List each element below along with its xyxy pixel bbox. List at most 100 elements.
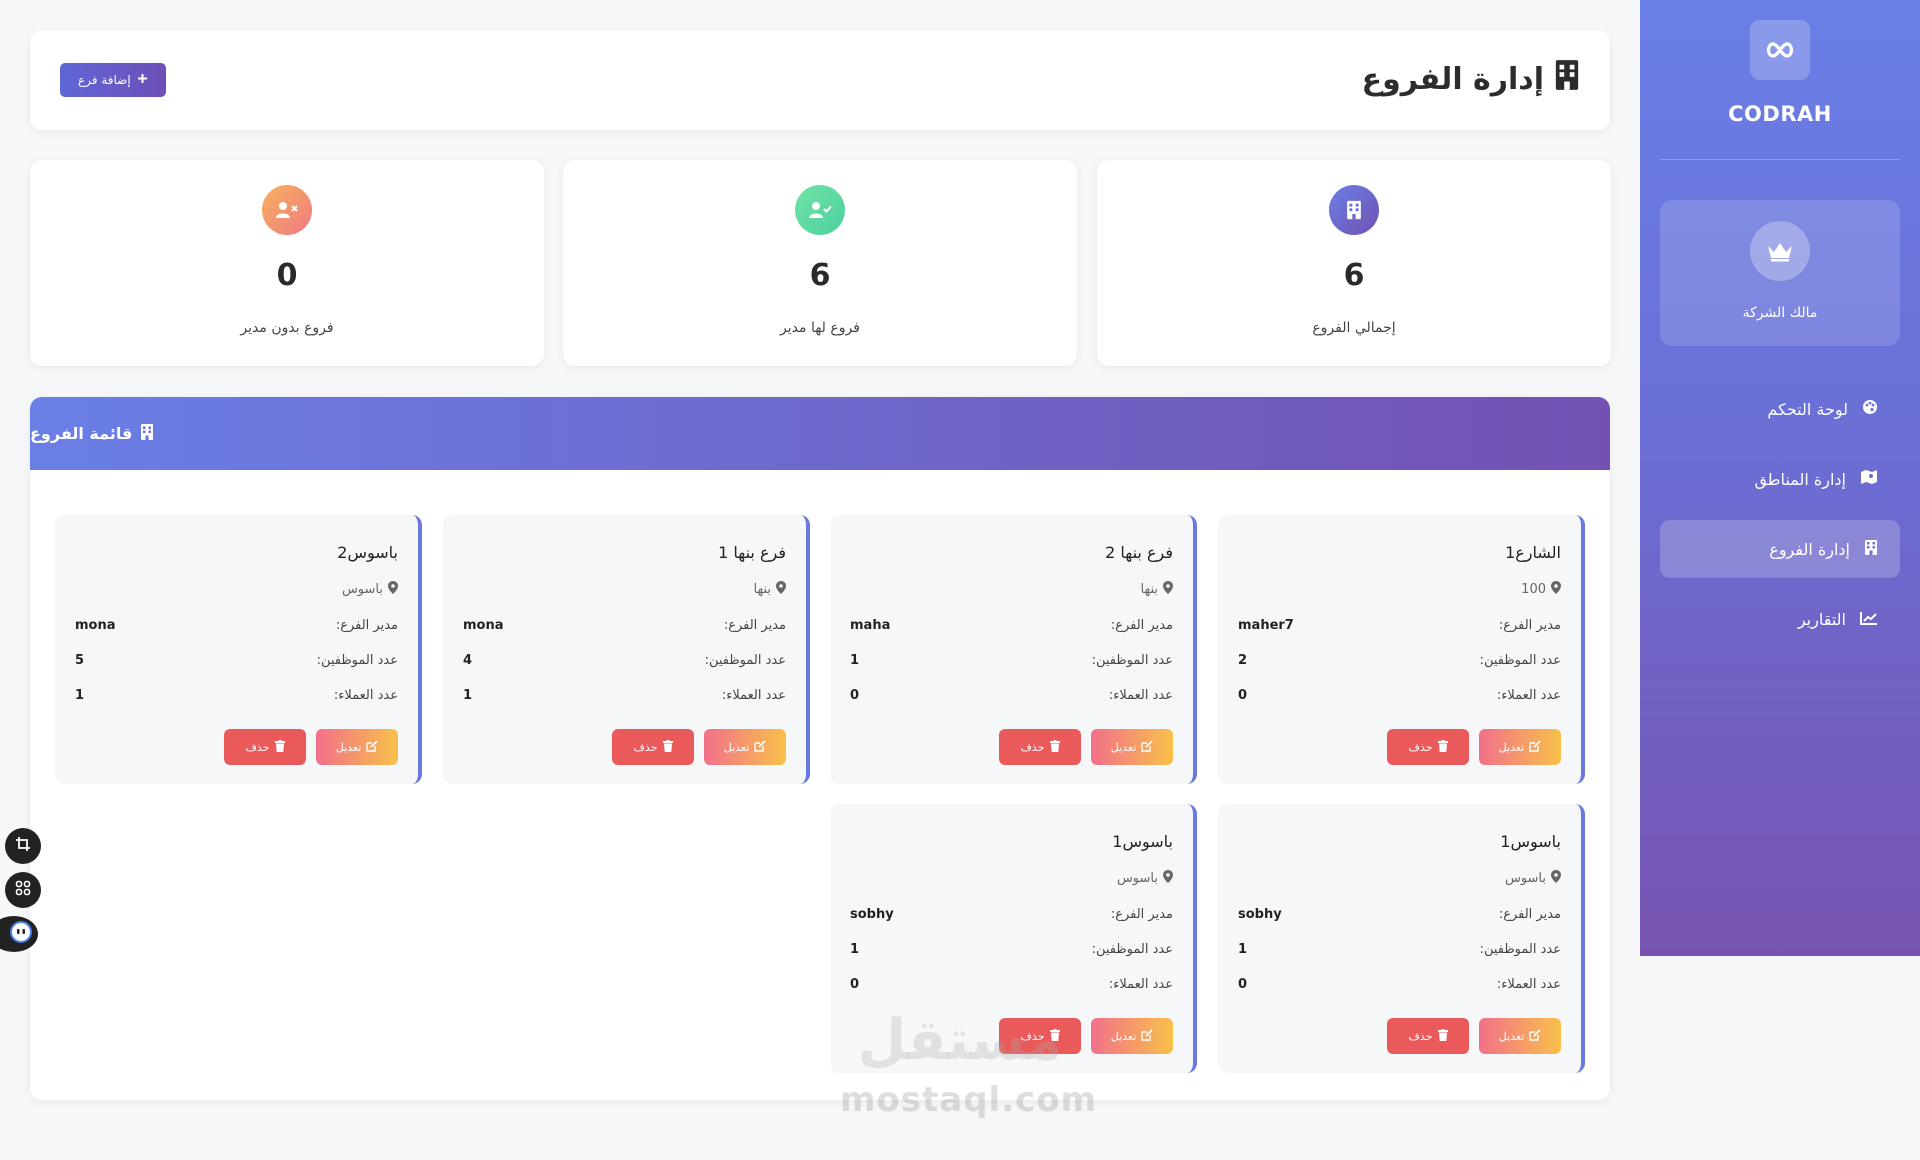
edit-branch-button[interactable]: تعديل — [316, 729, 398, 765]
branch-location: باسوس — [342, 581, 398, 598]
employees-label: عدد الموظفين: — [1091, 942, 1173, 957]
employees-label: عدد الموظفين: — [704, 653, 786, 668]
branch-employees-row: عدد الموظفين: 4 — [463, 653, 786, 668]
branch-location-text: 100 — [1521, 582, 1546, 597]
page-title: إدارة الفروع — [1362, 60, 1580, 98]
edit-label: تعديل — [1110, 1029, 1137, 1043]
delete-branch-button[interactable]: حذف — [612, 729, 694, 765]
edit-branch-button[interactable]: تعديل — [1091, 729, 1173, 765]
stat-label: إجمالي الفروع — [1312, 320, 1396, 336]
branch-location: باسوس — [1505, 870, 1561, 887]
manager-label: مدير الفرع: — [1498, 618, 1561, 633]
stat-card-without-manager: 0 فروع بدون مدير — [30, 160, 544, 366]
sidebar-item-reports[interactable]: التقارير — [1660, 590, 1900, 648]
branch-name: الشارع1 — [1505, 543, 1561, 562]
branch-clients-row: عدد العملاء: 0 — [850, 688, 1173, 703]
delete-branch-button[interactable]: حذف — [999, 729, 1081, 765]
clients-value: 0 — [1238, 977, 1248, 992]
stat-value: 6 — [1343, 258, 1365, 293]
clients-value: 0 — [850, 977, 860, 992]
edit-branch-button[interactable]: تعديل — [1091, 1018, 1173, 1054]
page-header: إدارة الفروع إضافة فرع — [30, 30, 1610, 130]
branch-manager-row: مدير الفرع: sobhy — [1238, 907, 1561, 922]
branch-card: فرع بنها 1 بنها مدير الفرع: mona عدد الم… — [443, 515, 810, 784]
delete-branch-button[interactable]: حذف — [1387, 1018, 1469, 1054]
clients-value: 0 — [1238, 688, 1248, 703]
edit-icon — [754, 739, 766, 755]
sidebar-nav: لوحة التحكم إدارة المناطق إدارة الفروع ا… — [1660, 380, 1900, 660]
sidebar-item-regions[interactable]: إدارة المناطق — [1660, 450, 1900, 508]
sidebar-item-label: إدارة المناطق — [1754, 469, 1846, 489]
user-x-icon — [262, 185, 312, 235]
branch-manager-row: مدير الفرع: maha — [850, 618, 1173, 633]
edit-label: تعديل — [335, 740, 362, 754]
crop-icon — [15, 836, 31, 856]
branch-employees-row: عدد الموظفين: 1 — [1238, 942, 1561, 957]
branch-employees-row: عدد الموظفين: 2 — [1238, 653, 1561, 668]
edit-icon — [1529, 739, 1541, 755]
branch-name: فرع بنها 2 — [1105, 543, 1173, 562]
plus-icon — [137, 73, 148, 87]
branch-location: 100 — [1521, 581, 1561, 598]
command-icon — [15, 880, 31, 900]
employees-value: 1 — [850, 653, 860, 668]
edit-branch-button[interactable]: تعديل — [1479, 1018, 1561, 1054]
edit-branch-button[interactable]: تعديل — [704, 729, 786, 765]
branch-location-text: بنها — [753, 582, 772, 597]
sidebar-divider — [1660, 159, 1900, 160]
branch-list-panel: قائمة الفروع الشارع1 100 مدير الفرع: mah… — [30, 397, 1610, 1100]
branch-actions: تعديل حذف — [612, 729, 786, 765]
map-icon — [1860, 469, 1878, 489]
page-title-text: إدارة الفروع — [1361, 61, 1544, 97]
add-branch-button[interactable]: إضافة فرع — [60, 63, 166, 97]
branch-list-header: قائمة الفروع — [30, 397, 1610, 470]
manager-value: mona — [463, 618, 504, 633]
manager-value: mona — [75, 618, 116, 633]
employees-label: عدد الموظفين: — [1479, 942, 1561, 957]
command-tool-button[interactable] — [5, 872, 41, 908]
edit-branch-button[interactable]: تعديل — [1479, 729, 1561, 765]
clients-value: 1 — [463, 688, 473, 703]
branch-actions: تعديل حذف — [224, 729, 398, 765]
sidebar-item-dashboard[interactable]: لوحة التحكم — [1660, 380, 1900, 438]
branch-manager-row: مدير الفرع: mona — [75, 618, 398, 633]
delete-branch-button[interactable]: حذف — [224, 729, 306, 765]
clients-label: عدد العملاء: — [1496, 977, 1561, 992]
branch-location-text: باسوس — [1504, 871, 1546, 886]
clients-label: عدد العملاء: — [1496, 688, 1561, 703]
branch-actions: تعديل حذف — [1387, 1018, 1561, 1054]
branch-clients-row: عدد العملاء: 0 — [1238, 977, 1561, 992]
sidebar-item-label: لوحة التحكم — [1767, 399, 1848, 419]
map-pin-icon — [388, 581, 398, 598]
clients-value: 0 — [850, 688, 860, 703]
manager-value: maher7 — [1238, 618, 1294, 633]
branch-location: باسوس — [1117, 870, 1173, 887]
stat-label: فروع لها مدير — [780, 320, 860, 336]
trash-icon — [662, 739, 673, 755]
crown-icon — [1750, 221, 1810, 281]
branch-employees-row: عدد الموظفين: 1 — [850, 653, 1173, 668]
manager-label: مدير الفرع: — [1110, 907, 1173, 922]
stat-label: فروع بدون مدير — [240, 320, 334, 336]
clients-value: 1 — [75, 688, 85, 703]
sidebar: CODRAH مالك الشركة لوحة التحكم إدارة الم… — [1640, 0, 1920, 956]
building-icon — [1329, 185, 1379, 235]
crop-tool-button[interactable] — [5, 828, 41, 864]
robot-icon — [10, 921, 32, 947]
employees-value: 1 — [1238, 942, 1248, 957]
delete-branch-button[interactable]: حذف — [1387, 729, 1469, 765]
sidebar-item-branches[interactable]: إدارة الفروع — [1660, 520, 1900, 578]
edit-label: تعديل — [723, 740, 750, 754]
delete-label: حذف — [1408, 740, 1433, 754]
branch-clients-row: عدد العملاء: 1 — [463, 688, 786, 703]
clients-label: عدد العملاء: — [721, 688, 786, 703]
edit-icon — [1529, 1028, 1541, 1044]
branch-card: الشارع1 100 مدير الفرع: maher7 عدد الموظ… — [1218, 515, 1585, 784]
watermark-latin: mostaql.com — [840, 1080, 1098, 1120]
trash-icon — [1049, 739, 1060, 755]
branch-card: فرع بنها 2 بنها مدير الفرع: maha عدد الم… — [830, 515, 1197, 784]
map-pin-icon — [1551, 870, 1561, 887]
trash-icon — [1437, 1028, 1448, 1044]
user-profile-card: مالك الشركة — [1660, 200, 1900, 346]
watermark-arabic: مستقل — [857, 1008, 1063, 1073]
